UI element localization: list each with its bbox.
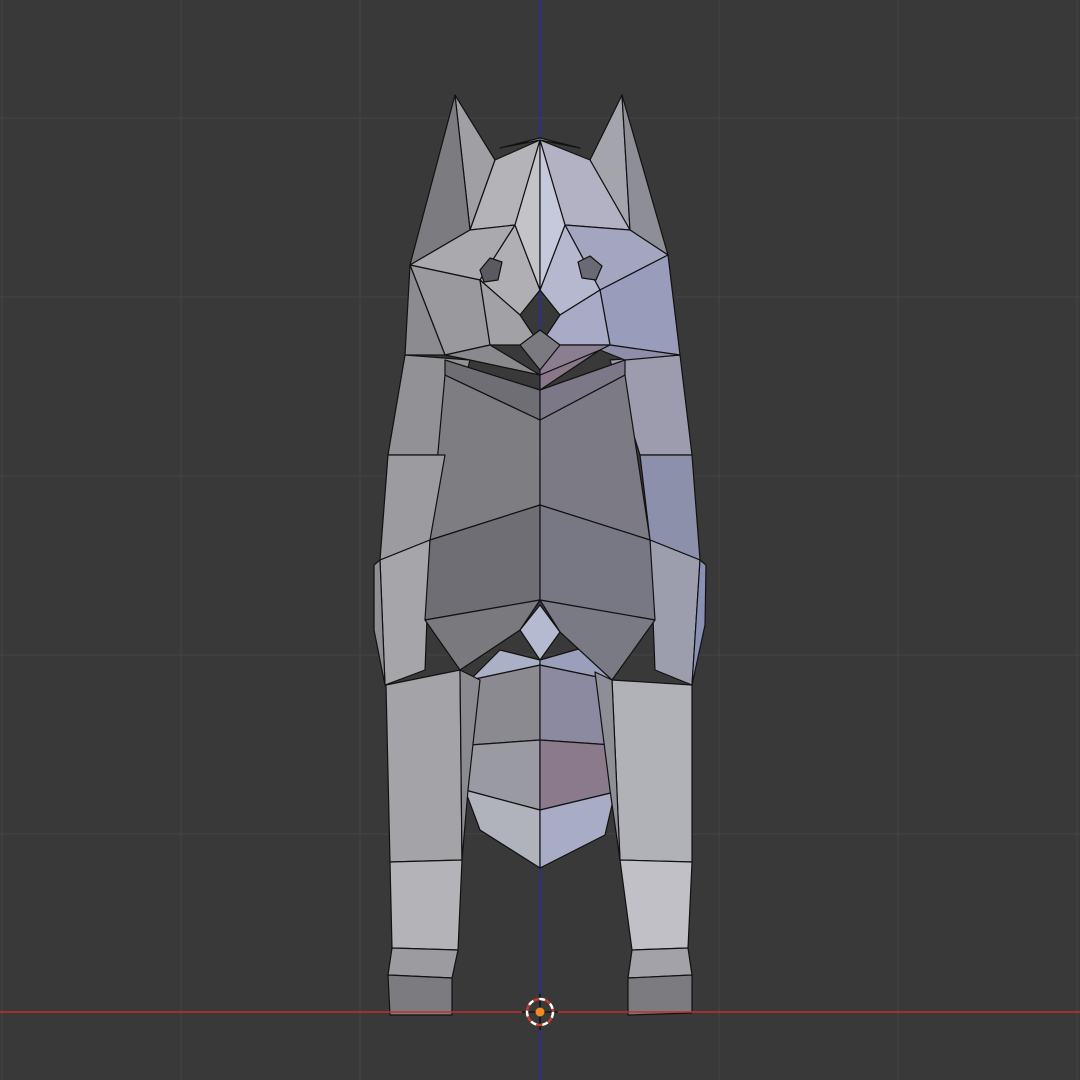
3d-viewport[interactable]: [0, 0, 1080, 1080]
3d-cursor-icon[interactable]: [522, 994, 558, 1030]
viewport-canvas[interactable]: [0, 0, 1080, 1080]
